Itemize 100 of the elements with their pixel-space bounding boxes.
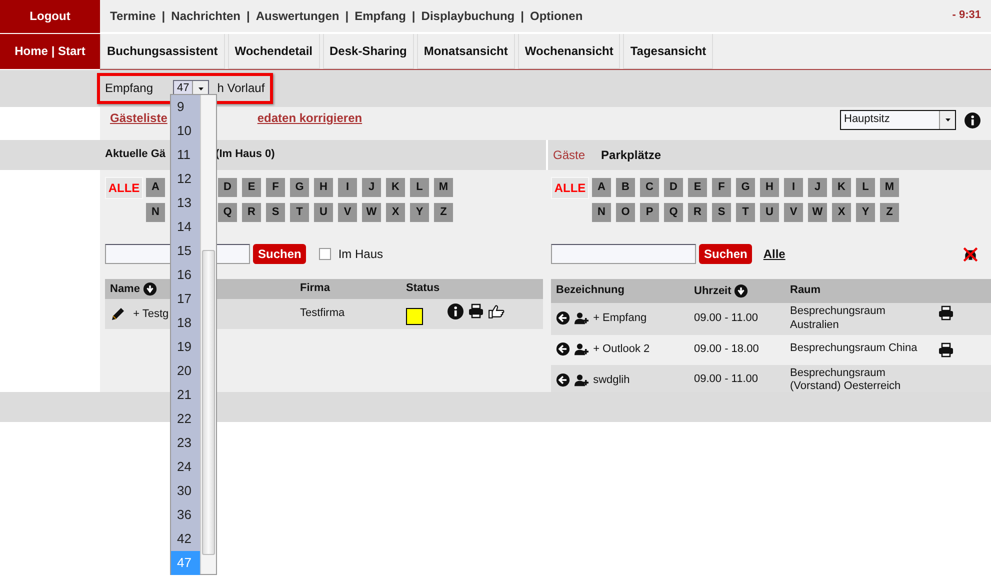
- nav-tab[interactable]: Desk-Sharing: [322, 34, 414, 69]
- column-header: Firma: [300, 282, 330, 294]
- dropdown-option[interactable]: 14: [171, 215, 200, 239]
- nav-tab[interactable]: Buchungsassistent: [100, 34, 225, 69]
- dropdown-option[interactable]: 21: [171, 383, 200, 407]
- letter-button[interactable]: V: [337, 202, 358, 223]
- menu-link[interactable]: Empfang: [354, 8, 406, 24]
- letter-button[interactable]: D: [217, 177, 238, 198]
- letter-button[interactable]: A: [145, 177, 166, 198]
- dropdown-option[interactable]: 17: [171, 287, 200, 311]
- letter-button[interactable]: S: [711, 202, 732, 223]
- dropdown-option[interactable]: 18: [171, 311, 200, 335]
- letter-button[interactable]: M: [879, 177, 900, 198]
- search-button[interactable]: Suchen: [699, 244, 752, 264]
- menu-link[interactable]: Auswertungen: [256, 8, 340, 24]
- letter-button[interactable]: F: [711, 177, 732, 198]
- column-header: Name: [110, 282, 140, 295]
- menu-link[interactable]: Displaybuchung: [421, 8, 515, 24]
- search-field[interactable]: [551, 244, 696, 264]
- letter-button[interactable]: X: [385, 202, 406, 223]
- location-select[interactable]: Hauptsitz: [840, 110, 956, 130]
- dropdown-option[interactable]: 11: [171, 143, 200, 167]
- menu-link[interactable]: Termine: [110, 8, 156, 24]
- letter-button[interactable]: K: [385, 177, 406, 198]
- letter-button[interactable]: W: [807, 202, 828, 223]
- letter-button[interactable]: L: [855, 177, 876, 198]
- logout-button[interactable]: Logout: [0, 0, 100, 34]
- letter-button[interactable]: T: [735, 202, 756, 223]
- search-button[interactable]: Suchen: [253, 244, 306, 264]
- dropdown-option[interactable]: 42: [171, 527, 200, 551]
- dropdown-option[interactable]: 23: [171, 431, 200, 455]
- column-header: Uhrzeit: [694, 284, 732, 297]
- column-header: Raum: [790, 284, 821, 296]
- letter-button[interactable]: V: [783, 202, 804, 223]
- letter-button[interactable]: H: [759, 177, 780, 198]
- letter-button[interactable]: R: [687, 202, 708, 223]
- column-header: Status: [406, 282, 440, 294]
- letter-button[interactable]: N: [591, 202, 612, 223]
- menu-link[interactable]: Nachrichten: [171, 8, 241, 24]
- letter-button[interactable]: N: [145, 202, 166, 223]
- letter-button[interactable]: Q: [663, 202, 684, 223]
- letter-button[interactable]: S: [265, 202, 286, 223]
- menu-link[interactable]: Optionen: [530, 8, 583, 24]
- guest-list-link[interactable]: Gästeliste: [110, 111, 168, 126]
- letter-button[interactable]: J: [807, 177, 828, 198]
- letter-button[interactable]: U: [759, 202, 780, 223]
- dropdown-option[interactable]: 10: [171, 119, 200, 143]
- letter-button[interactable]: P: [639, 202, 660, 223]
- dropdown-option[interactable]: 19: [171, 335, 200, 359]
- correct-data-link[interactable]: edaten korrigieren: [257, 111, 362, 126]
- letter-button[interactable]: U: [313, 202, 334, 223]
- letter-button[interactable]: C: [639, 177, 660, 198]
- letter-button[interactable]: Y: [409, 202, 430, 223]
- letter-button[interactable]: I: [337, 177, 358, 198]
- letter-button[interactable]: R: [241, 202, 262, 223]
- letter-button[interactable]: I: [783, 177, 804, 198]
- letter-button[interactable]: Y: [855, 202, 876, 223]
- letter-button[interactable]: W: [361, 202, 382, 223]
- letter-button[interactable]: A: [591, 177, 612, 198]
- dropdown-option[interactable]: 24: [171, 455, 200, 479]
- letter-button[interactable]: T: [289, 202, 310, 223]
- letter-button[interactable]: H: [313, 177, 334, 198]
- letter-button[interactable]: X: [831, 202, 852, 223]
- dropdown-option[interactable]: 30: [171, 479, 200, 503]
- letter-button[interactable]: O: [615, 202, 636, 223]
- filter-suffix: h Vorlauf: [217, 81, 265, 96]
- menu-separator: |: [162, 8, 166, 24]
- home-link[interactable]: Home | Start: [0, 34, 100, 70]
- letter-button[interactable]: J: [361, 177, 382, 198]
- dropdown-option[interactable]: 36: [171, 503, 200, 527]
- panel-tab[interactable]: Parkplätze: [601, 148, 662, 162]
- letter-button[interactable]: B: [615, 177, 636, 198]
- nav-tab[interactable]: Wochenansicht: [518, 34, 620, 69]
- letter-button[interactable]: K: [831, 177, 852, 198]
- letter-button[interactable]: L: [409, 177, 430, 198]
- dropdown-option[interactable]: 16: [171, 263, 200, 287]
- letter-button[interactable]: Z: [433, 202, 454, 223]
- dropdown-option[interactable]: 22: [171, 407, 200, 431]
- dropdown-option[interactable]: 15: [171, 239, 200, 263]
- letter-button[interactable]: G: [289, 177, 310, 198]
- dropdown-option[interactable]: 12: [171, 167, 200, 191]
- checkbox[interactable]: [319, 248, 332, 260]
- letter-button[interactable]: E: [687, 177, 708, 198]
- letter-button[interactable]: F: [265, 177, 286, 198]
- panel-tab[interactable]: Gäste: [553, 148, 586, 162]
- letter-button[interactable]: M: [433, 177, 454, 198]
- add-user-icon: [573, 342, 590, 356]
- letter-button[interactable]: Z: [879, 202, 900, 223]
- letter-button[interactable]: G: [735, 177, 756, 198]
- dropdown-option[interactable]: 9: [171, 95, 200, 119]
- all-link[interactable]: Alle: [763, 246, 786, 262]
- nav-tab[interactable]: Tagesansicht: [623, 34, 714, 69]
- letter-button[interactable]: D: [663, 177, 684, 198]
- letter-button[interactable]: Q: [217, 202, 238, 223]
- letter-button[interactable]: E: [241, 177, 262, 198]
- dropdown-option[interactable]: 13: [171, 191, 200, 215]
- nav-tab[interactable]: Wochendetail: [228, 34, 320, 69]
- nav-tab[interactable]: Monatsansicht: [416, 34, 515, 69]
- scrollbar-thumb[interactable]: [202, 250, 215, 555]
- dropdown-option[interactable]: 20: [171, 359, 200, 383]
